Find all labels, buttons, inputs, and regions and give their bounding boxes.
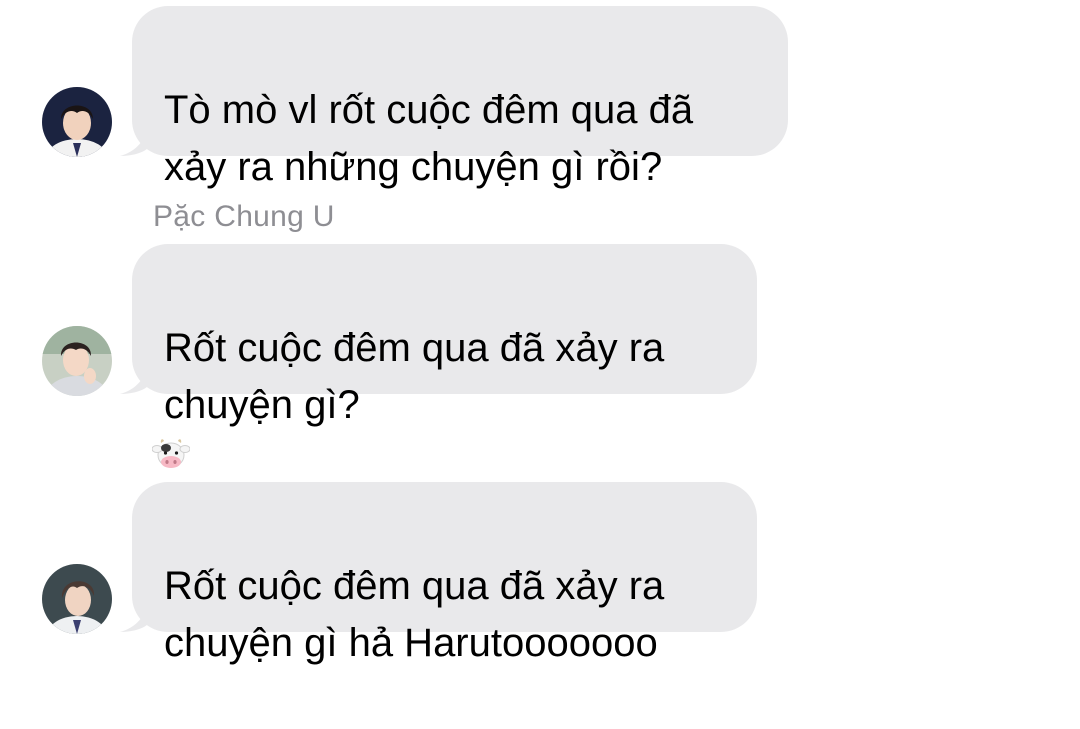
avatar-boy-school-uniform-dark-icon <box>42 87 112 157</box>
message-bubble[interactable]: Rốt cuộc đêm qua đã xảy ra chuyện gì? <box>132 244 757 427</box>
bubble-tail <box>120 368 148 394</box>
bubble-tail <box>120 606 148 632</box>
message-row: Pặc Chung U Rốt cuộc đêm qua đã xảy ra c… <box>0 196 1080 427</box>
message-bubble[interactable]: Rốt cuộc đêm qua đã xảy ra chuyện gì hả … <box>132 482 757 665</box>
message-text: Rốt cuộc đêm qua đã xảy ra chuyện gì hả … <box>164 564 665 665</box>
avatar-boy-school-uniform-icon <box>42 564 112 634</box>
avatar-boy-light-sweater-icon <box>42 326 112 396</box>
chat-thread: Tò mò vl rốt cuộc đêm qua đã xảy ra nhữn… <box>0 0 1080 665</box>
message-text: Tò mò vl rốt cuộc đêm qua đã xảy ra nhữn… <box>164 88 694 189</box>
sender-name: Pặc Chung U <box>153 200 335 233</box>
avatar[interactable] <box>42 326 112 396</box>
bubble-tail <box>120 130 148 156</box>
avatar[interactable] <box>42 564 112 634</box>
cow-face-emoji-icon <box>152 439 190 468</box>
message-row: Rốt cuộc đêm qua đã xảy ra chuyện gì hả … <box>0 432 1080 665</box>
message-text: Rốt cuộc đêm qua đã xảy ra chuyện gì? <box>164 326 665 427</box>
message-bubble[interactable]: Tò mò vl rốt cuộc đêm qua đã xảy ra nhữn… <box>132 6 788 189</box>
message-row: Tò mò vl rốt cuộc đêm qua đã xảy ra nhữn… <box>0 0 1080 189</box>
avatar[interactable] <box>42 87 112 157</box>
